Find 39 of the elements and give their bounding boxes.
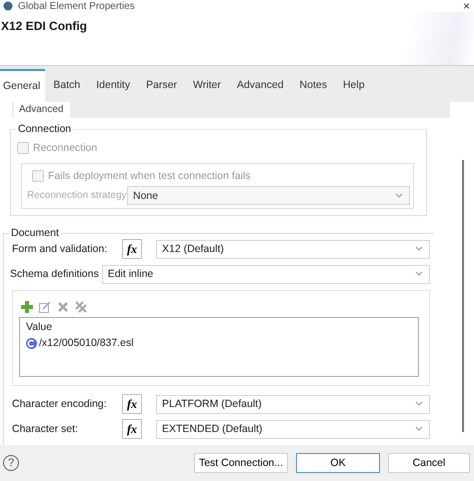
field-label: Reconnection strategy (27, 190, 127, 201)
checkbox-label: Fails deployment when test connection fails (48, 170, 251, 182)
checkbox-label: Reconnection (33, 142, 98, 154)
list-item[interactable]: /x12/005010/837.esl (39, 337, 134, 349)
expression-button[interactable]: fx (122, 394, 142, 414)
dropdown[interactable]: EXTENDED (Default) (156, 420, 430, 438)
group-title: Connection (16, 123, 74, 135)
tab[interactable]: General (0, 69, 46, 102)
tab[interactable]: Writer (185, 70, 229, 100)
dropdown[interactable]: X12 (Default) (156, 240, 430, 258)
field-label: Character set: (12, 423, 79, 435)
add-icon[interactable] (21, 301, 33, 313)
dropdown[interactable]: PLATFORM (Default) (156, 394, 430, 414)
dialog-button[interactable]: OK (296, 453, 380, 473)
tab[interactable]: Notes (292, 70, 335, 100)
tab[interactable]: Advanced (228, 70, 292, 100)
scrollbar-thumb[interactable] (462, 160, 464, 432)
file-icon (26, 338, 37, 348)
close-button[interactable]: × (462, 0, 470, 12)
dialog-button[interactable]: Test Connection... (194, 453, 288, 473)
field-label: Schema definitions (10, 268, 99, 280)
field-label: Form and validation: (12, 243, 108, 255)
group-title: Document (9, 227, 61, 239)
window-title: Global Element Properties (18, 0, 135, 12)
sub-tab[interactable]: Advanced (14, 102, 70, 118)
dialog-button[interactable]: Cancel (388, 453, 470, 473)
app-icon (3, 1, 13, 11)
tab[interactable]: Help (334, 70, 373, 100)
field-label: Character encoding: (12, 398, 108, 410)
tab[interactable]: Identity (88, 70, 138, 100)
tab[interactable]: Parser (138, 70, 186, 100)
expression-button[interactable]: fx (122, 239, 142, 259)
dropdown[interactable]: Edit inline (102, 264, 430, 284)
dialog-title: X12 EDI Config (0, 18, 88, 33)
chevron-down-icon (394, 190, 404, 200)
column-header: Value (26, 321, 54, 333)
expression-button[interactable]: fx (122, 419, 142, 439)
help-button[interactable]: ? (3, 455, 19, 471)
tab[interactable]: Batch (45, 70, 88, 100)
